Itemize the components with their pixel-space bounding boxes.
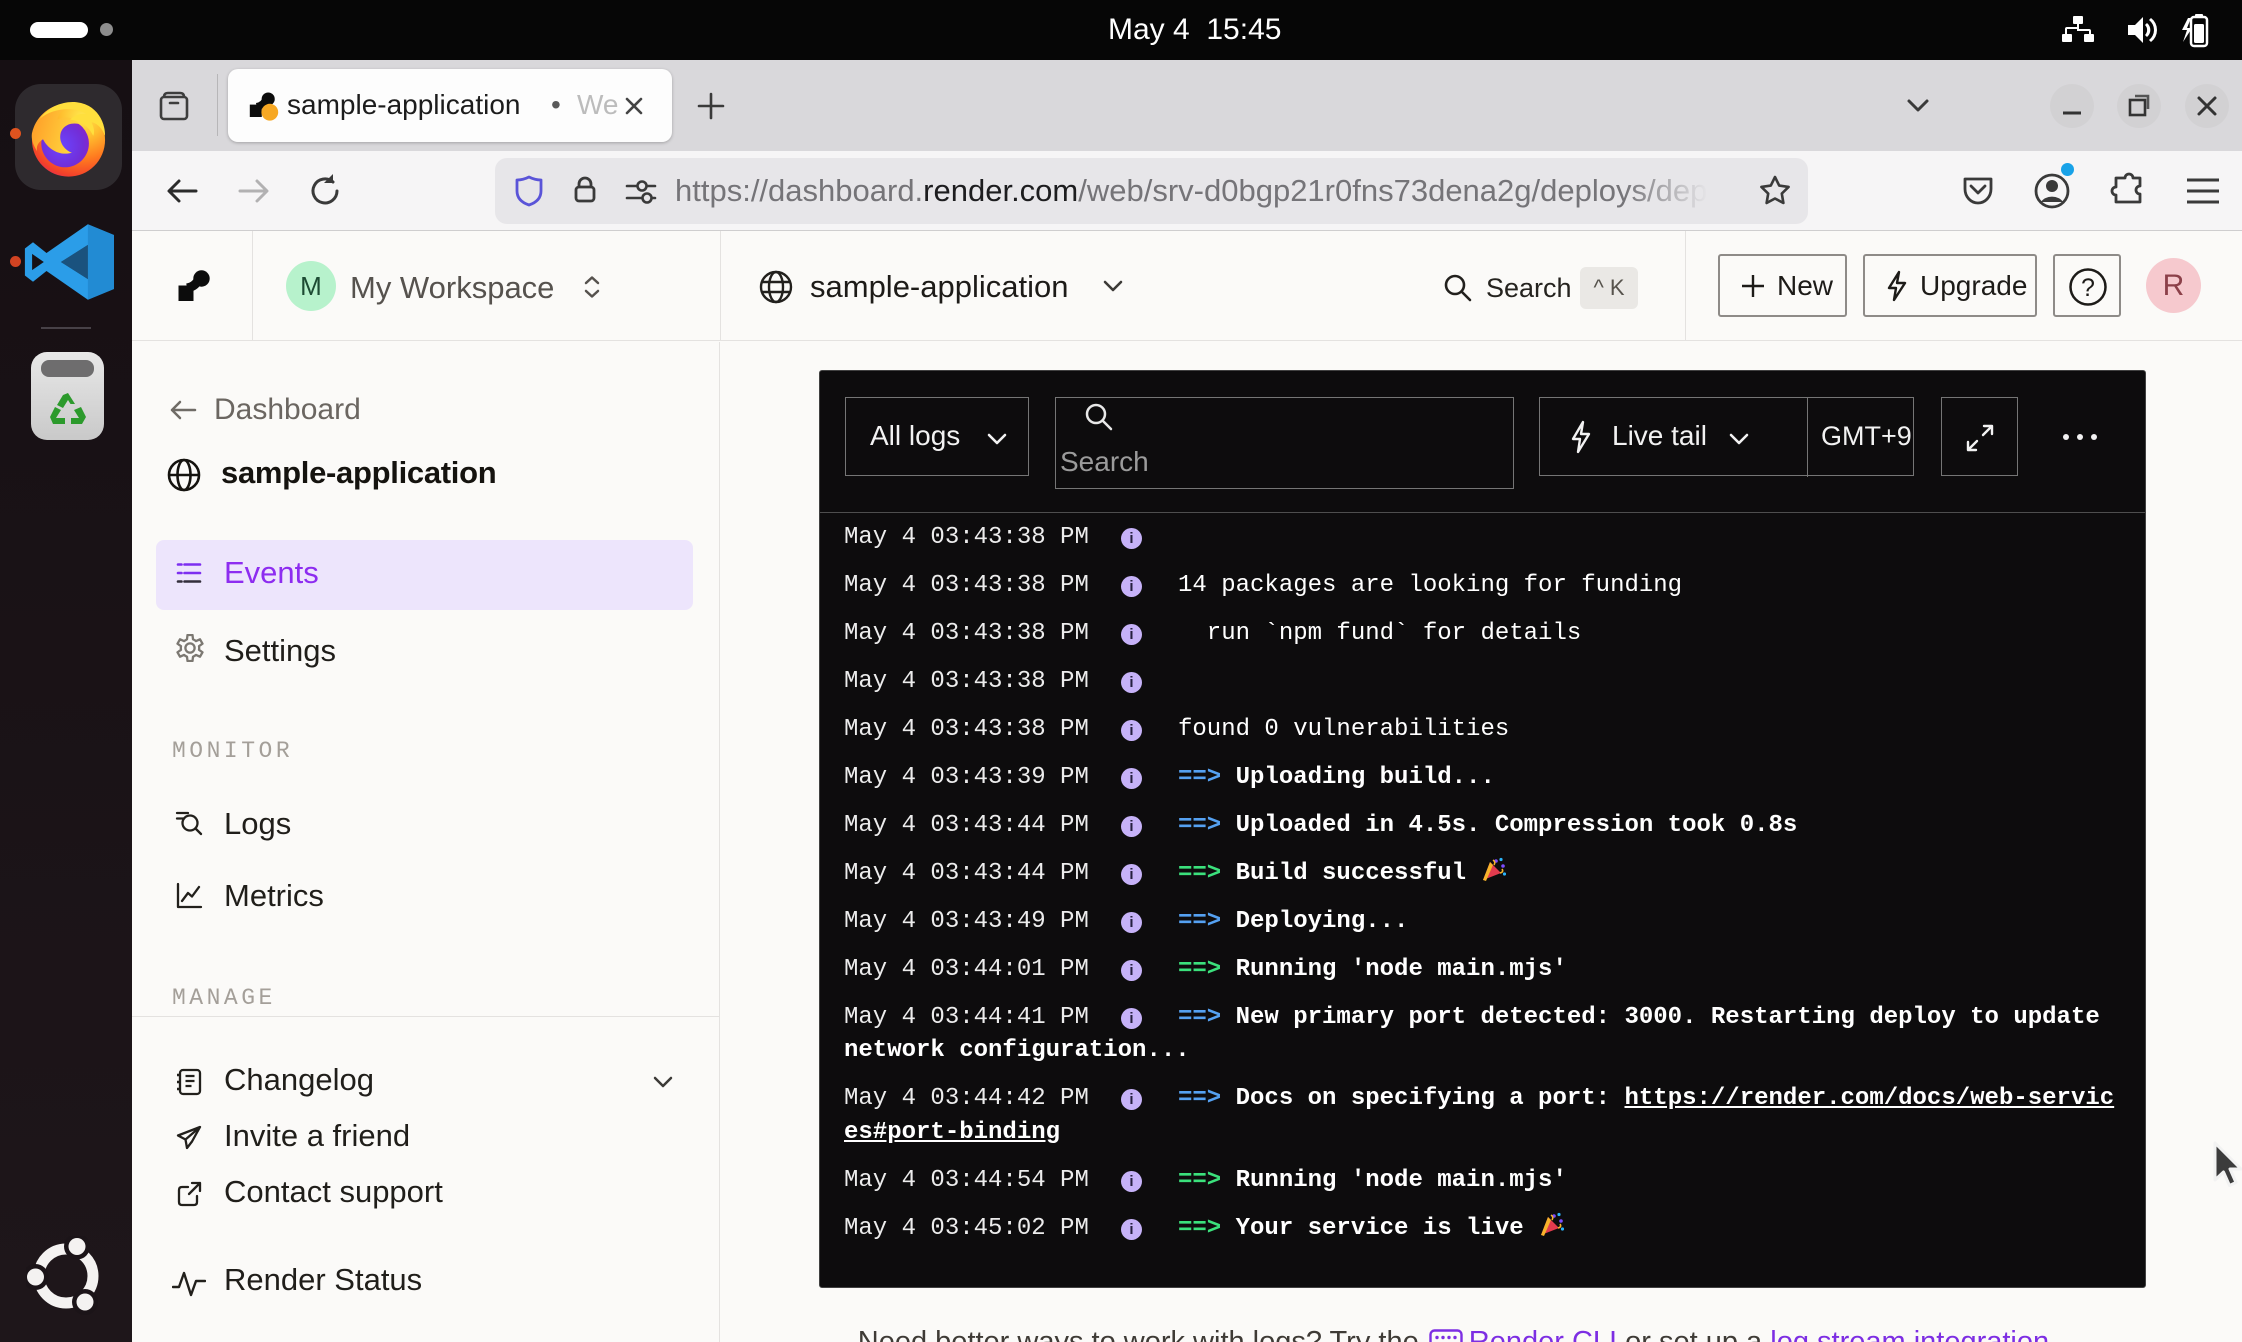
svg-text:?: ?	[2081, 274, 2095, 302]
